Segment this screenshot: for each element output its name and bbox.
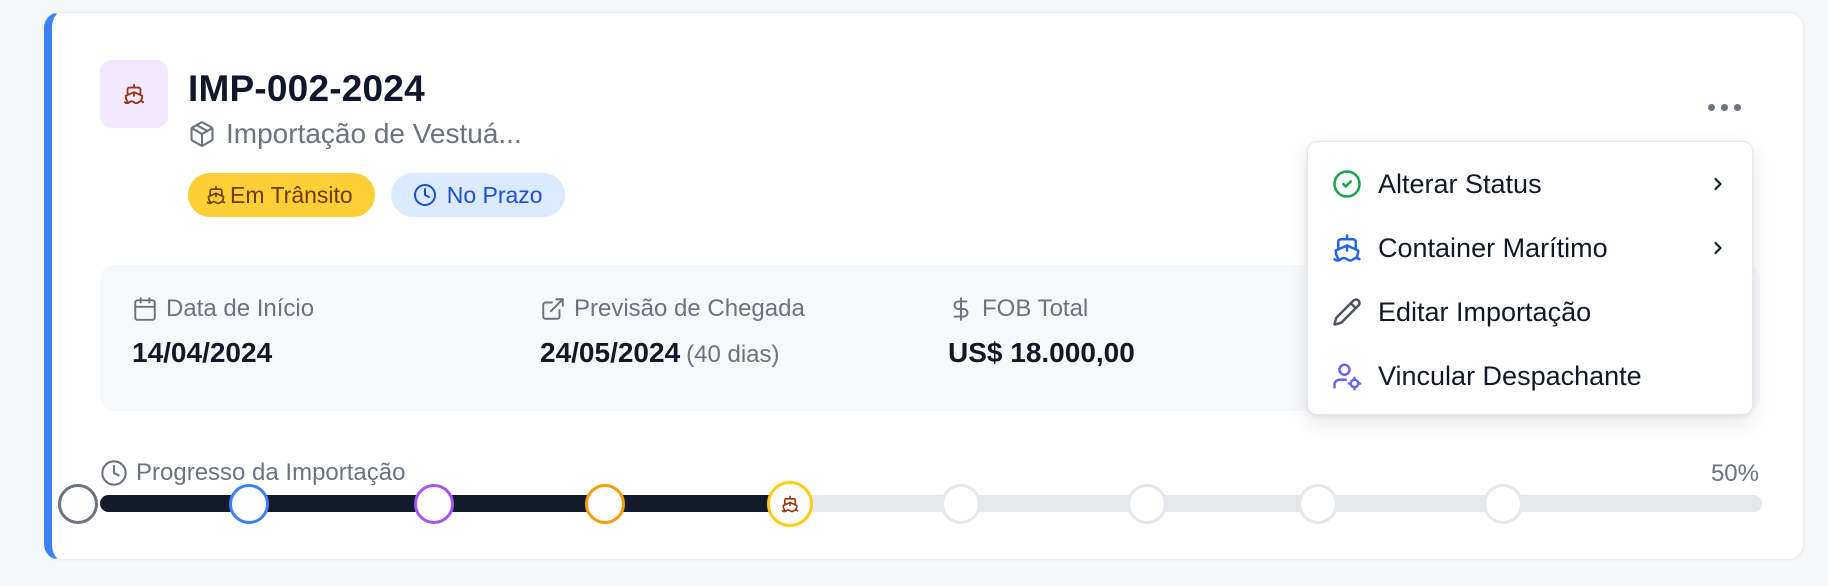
ship-icon bbox=[781, 495, 799, 512]
start-date-value: 14/04/2024 bbox=[132, 337, 273, 368]
eta-label: Previsão de Chegada bbox=[574, 295, 805, 322]
progress-step-2 bbox=[229, 483, 269, 524]
progress-step-3 bbox=[414, 483, 454, 524]
progress-label: Progresso da Importação bbox=[136, 459, 406, 486]
import-code: IMP-002-2024 bbox=[188, 68, 425, 109]
package-icon bbox=[190, 121, 214, 147]
actions-dropdown-menu: Alterar Status Container Marítimo Editar… bbox=[1307, 141, 1753, 415]
chevron-right-icon bbox=[1714, 241, 1722, 255]
status-badge: Em Trânsito bbox=[188, 173, 375, 217]
dollar-icon bbox=[953, 297, 969, 321]
menu-item-label: Container Marítimo bbox=[1378, 232, 1608, 263]
check-circle-icon bbox=[1333, 170, 1361, 198]
ship-icon bbox=[206, 185, 226, 205]
pencil-icon bbox=[1333, 298, 1361, 326]
eta-value: 24/05/2024 bbox=[540, 337, 681, 368]
clock-icon bbox=[101, 460, 127, 486]
ship-icon bbox=[123, 83, 145, 105]
ship-icon bbox=[1333, 234, 1361, 262]
badge-row: Em Trânsito No Prazo bbox=[188, 173, 565, 217]
clock-icon bbox=[413, 184, 436, 206]
import-description-row: Importação de Vestuá... bbox=[188, 118, 522, 150]
start-date-field: Data de Início 14/04/2024 bbox=[132, 295, 314, 369]
calendar-icon bbox=[134, 297, 156, 321]
import-type-tile bbox=[100, 60, 168, 128]
menu-item-label: Editar Importação bbox=[1378, 296, 1592, 327]
external-link-icon bbox=[542, 298, 564, 320]
start-date-label: Data de Início bbox=[166, 295, 315, 322]
progress-step-7 bbox=[1127, 483, 1167, 524]
dot-icon bbox=[1733, 103, 1741, 111]
status-badge-label: Em Trânsito bbox=[230, 181, 353, 208]
fob-field: FOB Total US$ 18.000,00 bbox=[948, 295, 1135, 369]
deadline-badge-label: No Prazo bbox=[446, 181, 543, 208]
eta-field: Previsão de Chegada 24/05/2024 (40 dias) bbox=[540, 295, 805, 369]
progress-step-6 bbox=[941, 483, 981, 524]
user-cog-icon bbox=[1333, 363, 1362, 391]
menu-item-label: Vincular Despachante bbox=[1378, 360, 1642, 391]
progress-step-9 bbox=[1483, 483, 1523, 524]
deadline-badge: No Prazo bbox=[390, 173, 565, 217]
more-options-button[interactable] bbox=[1700, 89, 1748, 125]
progress-step-4 bbox=[585, 483, 625, 524]
fob-value: US$ 18.000,00 bbox=[948, 337, 1135, 368]
progress-step-1 bbox=[58, 483, 98, 524]
chevron-right-icon bbox=[1714, 177, 1722, 191]
progress-step-5 bbox=[767, 480, 813, 527]
menu-item-vincular-despachante[interactable]: Vincular Despachante bbox=[1308, 344, 1752, 408]
dot-icon bbox=[1720, 103, 1728, 111]
menu-item-editar-importacao[interactable]: Editar Importação bbox=[1308, 280, 1752, 344]
progress-percent: 50% bbox=[1710, 460, 1759, 487]
menu-item-label: Alterar Status bbox=[1378, 168, 1542, 199]
dot-icon bbox=[1707, 103, 1715, 111]
import-description: Importação de Vestuá... bbox=[226, 118, 522, 149]
eta-days: (40 dias) bbox=[686, 341, 780, 368]
menu-item-container-maritimo[interactable]: Container Marítimo bbox=[1308, 216, 1752, 280]
progress-label-row: Progresso da Importação bbox=[100, 459, 405, 487]
menu-item-alterar-status[interactable]: Alterar Status bbox=[1308, 152, 1752, 216]
progress-step-8 bbox=[1298, 483, 1338, 524]
fob-label: FOB Total bbox=[982, 295, 1089, 322]
